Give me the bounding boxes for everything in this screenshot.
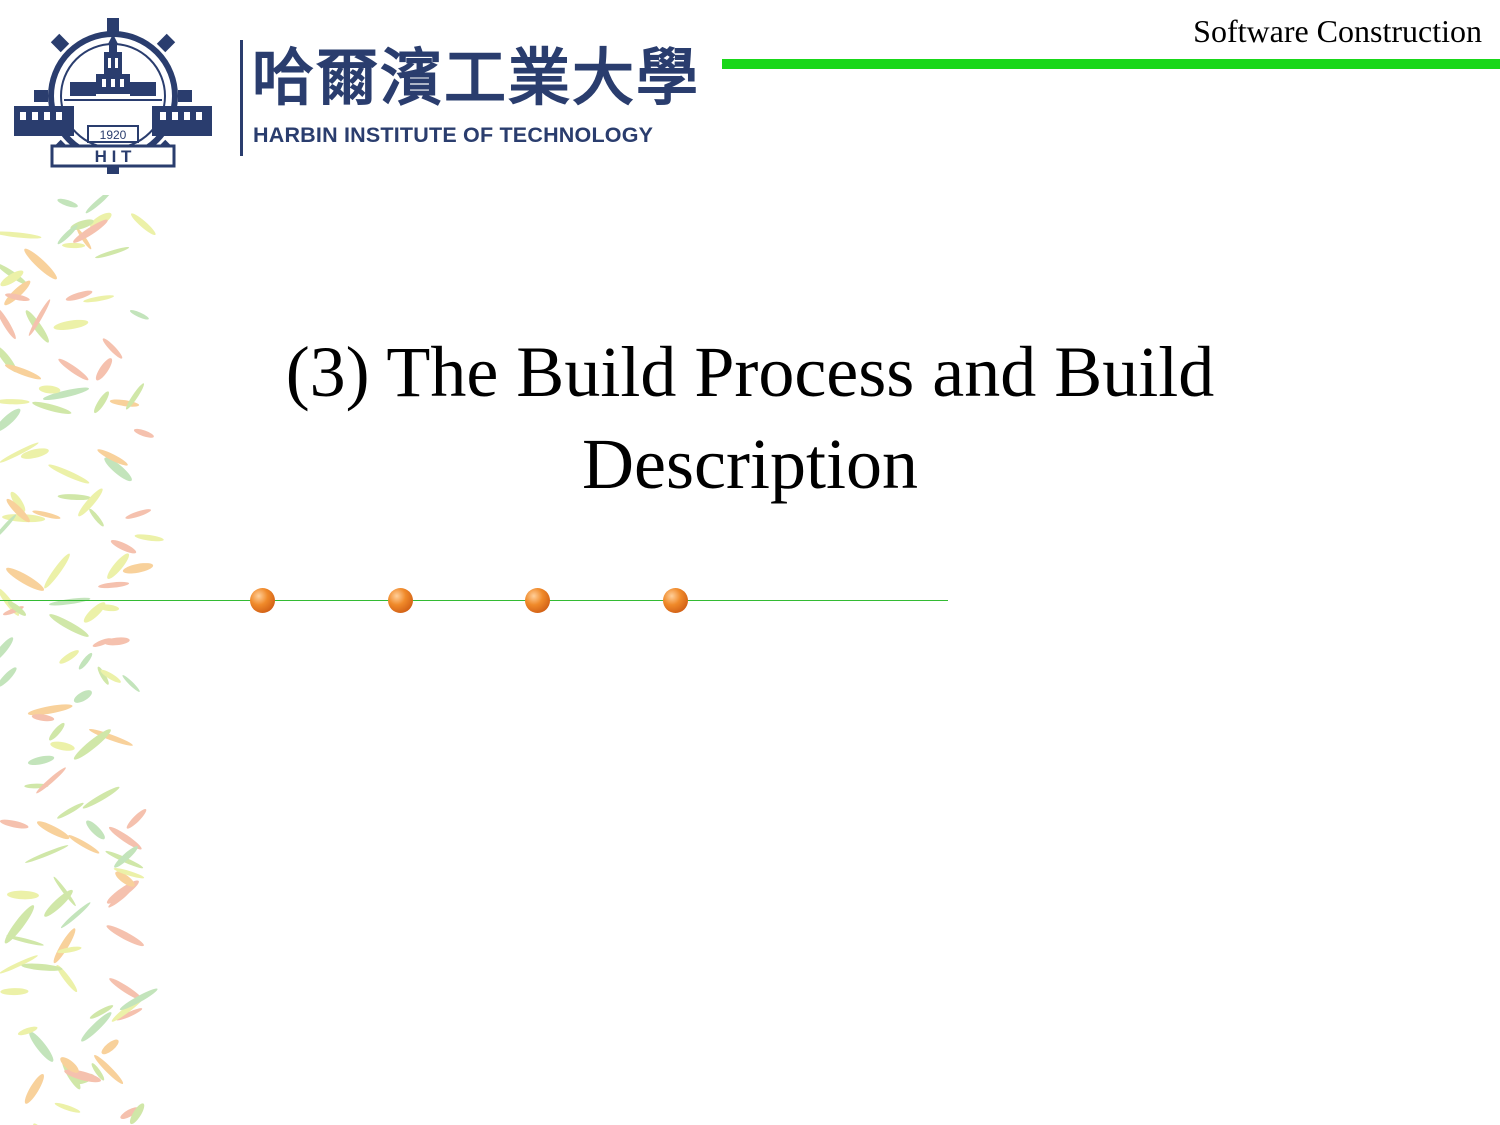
slide-title-line-2: Description xyxy=(582,424,918,504)
leaf-decoration xyxy=(53,319,89,330)
leaf-decoration xyxy=(59,650,79,664)
university-name-chinese: 哈爾濱工業大學 xyxy=(252,41,701,114)
leaf-decoration xyxy=(27,755,55,766)
leaf-decoration xyxy=(0,819,29,829)
leaf-decoration xyxy=(32,401,72,414)
header-green-rule xyxy=(722,59,1500,69)
leaf-decoration xyxy=(25,310,49,343)
leaf-decoration xyxy=(95,247,130,259)
leaf-decoration xyxy=(0,637,14,663)
slide: 1920 H I T 哈爾濱工業大學 HARBIN INSTITUTE OF T… xyxy=(0,0,1500,1125)
leaf-decoration xyxy=(107,553,130,579)
leaf-decoration xyxy=(29,1031,54,1062)
leaf-decoration xyxy=(53,928,76,964)
leaf-decoration xyxy=(108,826,142,850)
leaf-decoration xyxy=(0,988,29,996)
leaf-decoration xyxy=(57,494,92,501)
leaf-decoration xyxy=(44,889,73,917)
leaf-decoration xyxy=(49,614,89,637)
bullet-dot xyxy=(525,588,550,613)
leaf-decoration xyxy=(44,553,70,589)
leaf-decoration xyxy=(50,741,75,751)
leaf-decoration xyxy=(104,637,130,646)
emblem-year: 1920 xyxy=(100,128,127,142)
bullet-dot xyxy=(388,588,413,613)
slide-title-line-1: (3) The Build Process and Build xyxy=(285,332,1215,412)
leaf-decoration xyxy=(134,534,164,542)
course-label: Software Construction xyxy=(1193,13,1482,49)
leaf-decoration xyxy=(6,567,45,591)
leaf-decoration xyxy=(54,1102,81,1113)
leaf-decoration xyxy=(0,667,17,687)
leaf-decoration xyxy=(68,835,100,854)
leaf-decoration xyxy=(93,391,110,414)
leaf-decoration xyxy=(24,1073,44,1104)
leaf-decoration xyxy=(78,652,93,670)
leaf-decoration xyxy=(106,925,144,947)
leaf-decoration xyxy=(0,399,30,405)
leaf-decoration xyxy=(122,675,140,692)
leaf-decoration xyxy=(98,581,130,589)
bullet-dot xyxy=(250,588,275,613)
leaf-decoration xyxy=(36,821,70,840)
leaf-decoration xyxy=(25,845,69,863)
leaf-decoration xyxy=(110,540,137,554)
leaf-decoration xyxy=(85,195,112,214)
leaf-decoration xyxy=(101,1039,119,1055)
leaf-decoration xyxy=(86,820,105,840)
leaf-decoration xyxy=(125,509,152,519)
leaf-decoration xyxy=(7,890,39,900)
slide-title: (3) The Build Process and Build Descript… xyxy=(200,326,1300,510)
leaf-decoration xyxy=(0,408,21,432)
leaf-decoration xyxy=(0,231,42,239)
leaf-decoration xyxy=(6,935,44,946)
leaf-decoration xyxy=(130,213,156,236)
leaf-decoration xyxy=(49,722,65,741)
logo-divider xyxy=(240,40,243,156)
leaf-decoration xyxy=(57,198,78,208)
leaf-decoration xyxy=(49,597,91,606)
university-name-english: HARBIN INSTITUTE OF TECHNOLOGY xyxy=(253,123,654,147)
leaf-decoration xyxy=(33,1123,55,1125)
leaf-decoration xyxy=(73,690,92,703)
leaf-decoration xyxy=(95,358,113,381)
leaf-decoration xyxy=(58,358,89,381)
bullet-dot xyxy=(663,588,688,613)
leaf-decoration xyxy=(62,242,86,249)
leaf-decoration xyxy=(48,464,90,484)
leaf-decoration xyxy=(24,248,57,280)
leaf-decoration xyxy=(21,963,63,971)
leaf-decoration xyxy=(126,808,147,829)
leaf-decoration xyxy=(122,563,154,574)
leaf-decoration xyxy=(83,602,106,623)
bullet-divider-line xyxy=(0,600,948,601)
hit-emblem-logo: 1920 H I T xyxy=(14,18,212,174)
leaf-decoration xyxy=(0,307,16,340)
leaf-decoration xyxy=(78,488,103,517)
emblem-initials: H I T xyxy=(95,147,132,166)
leaf-decoration xyxy=(133,428,154,438)
leaf-decoration xyxy=(82,786,120,809)
leaf-decoration xyxy=(4,364,42,380)
leaf-decoration xyxy=(57,802,84,819)
leaf-decoration xyxy=(102,338,123,359)
leaf-decoration xyxy=(89,508,104,527)
leaf-decoration xyxy=(129,310,149,320)
leaf-decoration xyxy=(36,767,66,794)
